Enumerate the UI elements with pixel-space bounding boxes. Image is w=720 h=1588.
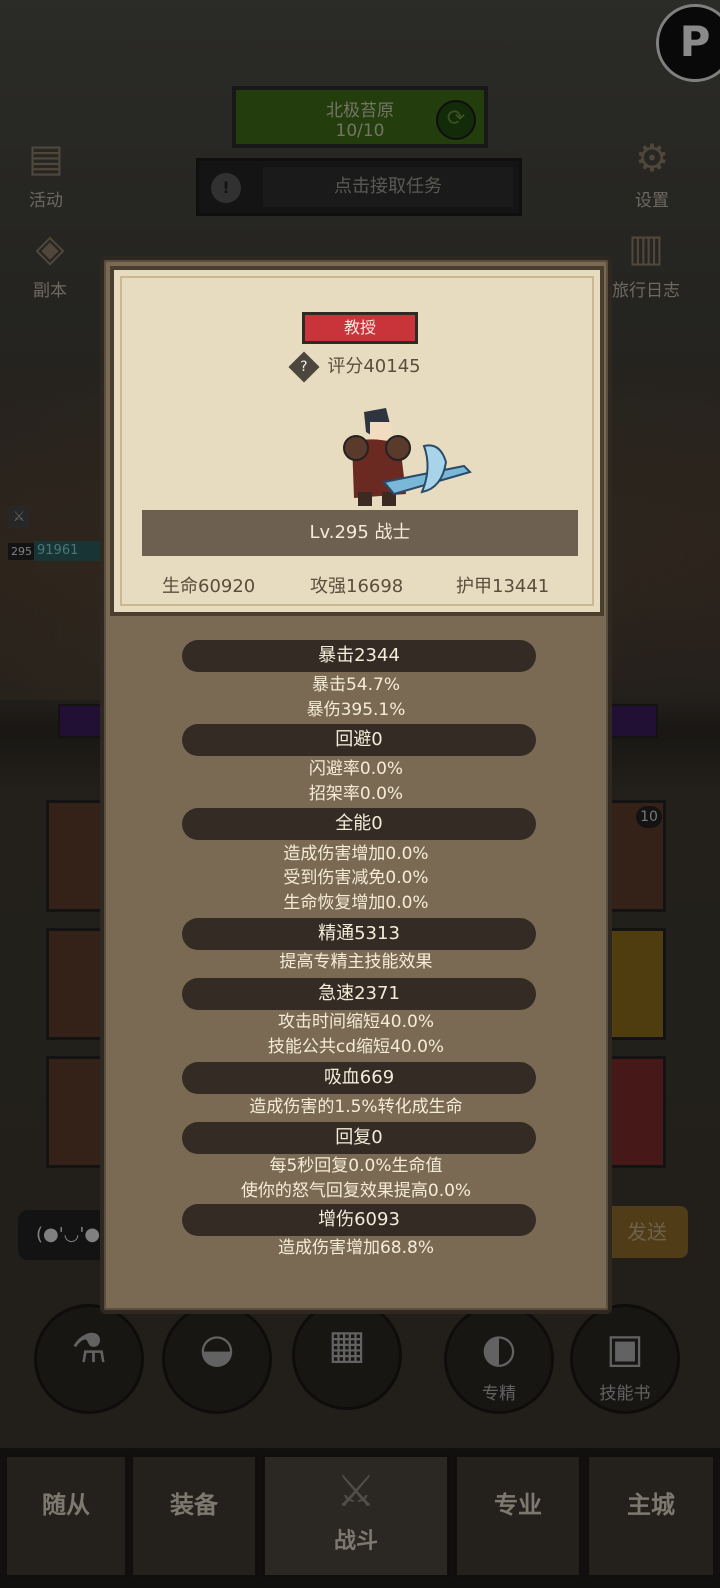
stat-line: 闪避率0.0% [308, 759, 404, 779]
stat-line: 招架率0.0% [308, 784, 404, 804]
stat-line: 暴伤395.1% [306, 700, 406, 720]
stat-line: 每5秒回复0.0%生命值 [269, 1156, 443, 1176]
score-text: 评分40145 [327, 356, 421, 377]
stat-line: 造成伤害的1.5%转化成生命 [249, 1097, 463, 1117]
stat-line: 造成伤害增加68.8% [277, 1238, 434, 1258]
level-class-bar: Lv.295 战士 [142, 510, 578, 556]
stat-line: 使你的怒气回复效果提高0.0% [240, 1181, 472, 1201]
section-header-versatility: 全能0 [182, 808, 536, 840]
help-icon[interactable]: ? [288, 351, 320, 383]
armor-stat: 护甲13441 [456, 576, 550, 597]
character-stats-modal: 教授 ? 评分40145 Lv.295 战士 生命60920 攻强16698 护甲… [100, 256, 612, 1314]
primary-stats: 生命60920 攻强16698 护甲13441 [114, 566, 600, 600]
stat-line: 提高专精主技能效果 [279, 952, 433, 972]
section-header-avoidance: 回避0 [182, 724, 536, 756]
section-header-crit: 暴击2344 [182, 640, 536, 672]
stat-line: 造成伤害增加0.0% [283, 844, 429, 864]
rank-badge[interactable]: 教授 [302, 312, 418, 344]
stat-line: 暴击54.7% [311, 675, 400, 695]
section-header-damage-bonus: 增伤6093 [182, 1204, 536, 1236]
stat-line: 受到伤害减免0.0% [283, 868, 429, 888]
hp-stat: 生命60920 [162, 576, 256, 597]
attack-stat: 攻强16698 [310, 576, 404, 597]
warrior-avatar [343, 408, 472, 506]
section-header-regen: 回复0 [182, 1122, 536, 1154]
section-header-mastery: 精通5313 [182, 918, 536, 950]
section-header-haste: 急速2371 [182, 978, 536, 1010]
character-card: 教授 ? 评分40145 Lv.295 战士 生命60920 攻强16698 护甲… [110, 266, 604, 616]
stat-line: 攻击时间缩短40.0% [277, 1012, 434, 1032]
score-line: ? 评分40145 [114, 351, 600, 383]
section-header-lifesteal: 吸血669 [182, 1062, 536, 1094]
stat-line: 技能公共cd缩短40.0% [267, 1037, 445, 1057]
stat-line: 生命恢复增加0.0% [283, 893, 429, 913]
